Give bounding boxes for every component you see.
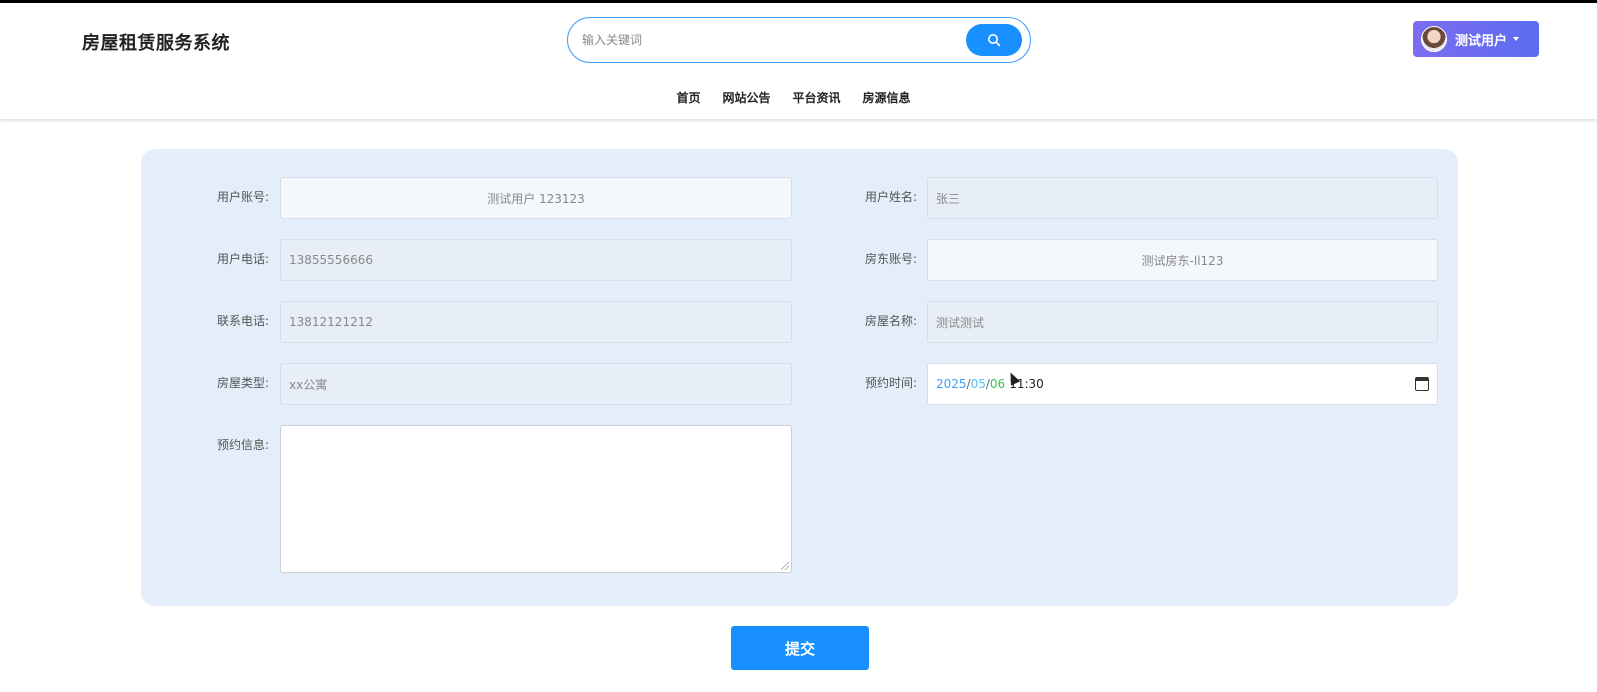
user-name-value: 张三 (936, 191, 961, 206)
nav-item-listings[interactable]: 房源信息 (863, 89, 911, 106)
appointment-info-label: 预约信息: (216, 438, 269, 452)
booking-form-panel: 用户账号: 测试用户 123123 用户姓名: 张三 用户电话: 1385555… (141, 149, 1458, 606)
resize-handle-icon[interactable] (781, 562, 789, 570)
user-phone-label: 用户电话: (216, 252, 269, 266)
calendar-icon[interactable] (1415, 377, 1429, 391)
date-day: 06 (989, 377, 1006, 391)
caret-down-icon (1513, 37, 1520, 41)
contact-phone-label: 联系电话: (216, 314, 269, 328)
landlord-account-label: 房东账号: (864, 252, 917, 266)
landlord-account-value: 测试房东-ll123 (1141, 253, 1224, 268)
user-name-label: 用户姓名: (864, 190, 917, 204)
contact-phone-value: 13812121212 (289, 315, 373, 329)
house-name-field[interactable]: 测试测试 (927, 301, 1438, 343)
nav-item-home[interactable]: 首页 (676, 89, 700, 106)
site-header: 房屋租赁服务系统 测试用户 首页 网站公告 平台资讯 房源信息 (0, 3, 1597, 119)
submit-button[interactable]: 提交 (731, 626, 869, 670)
avatar (1421, 26, 1447, 52)
user-account-value: 测试用户 123123 (487, 191, 585, 206)
date-month: 05 (970, 377, 986, 391)
nav-item-announcements[interactable]: 网站公告 (722, 89, 770, 106)
site-title: 房屋租赁服务系统 (82, 33, 230, 54)
date-year: 2025 (936, 377, 967, 391)
house-type-field[interactable]: xx公寓 (280, 363, 792, 405)
user-phone-field[interactable]: 13855556666 (280, 239, 792, 281)
search-button[interactable] (966, 24, 1022, 56)
user-account-label: 用户账号: (216, 190, 269, 204)
user-name-field[interactable]: 张三 (927, 177, 1438, 219)
landlord-account-field[interactable]: 测试房东-ll123 (927, 239, 1438, 281)
appointment-info-textarea[interactable] (280, 425, 792, 573)
main-nav: 首页 网站公告 平台资讯 房源信息 (0, 89, 1597, 106)
appointment-time-label: 预约时间: (864, 376, 917, 390)
user-phone-value: 13855556666 (289, 253, 373, 267)
user-name: 测试用户 (1455, 33, 1508, 49)
house-name-label: 房屋名称: (864, 314, 917, 328)
user-menu-button[interactable]: 测试用户 (1413, 21, 1539, 57)
user-account-field[interactable]: 测试用户 123123 (280, 177, 792, 219)
search-icon (988, 34, 1001, 47)
nav-item-news[interactable]: 平台资讯 (793, 89, 841, 106)
contact-phone-field[interactable]: 13812121212 (280, 301, 792, 343)
house-type-label: 房屋类型: (216, 376, 269, 390)
search-input[interactable] (582, 26, 942, 54)
house-name-value: 测试测试 (936, 315, 985, 330)
house-type-value: xx公寓 (289, 377, 328, 392)
search-bar (567, 17, 1031, 63)
appointment-time-input[interactable]: 2025/05/06 11:30 (927, 363, 1438, 405)
